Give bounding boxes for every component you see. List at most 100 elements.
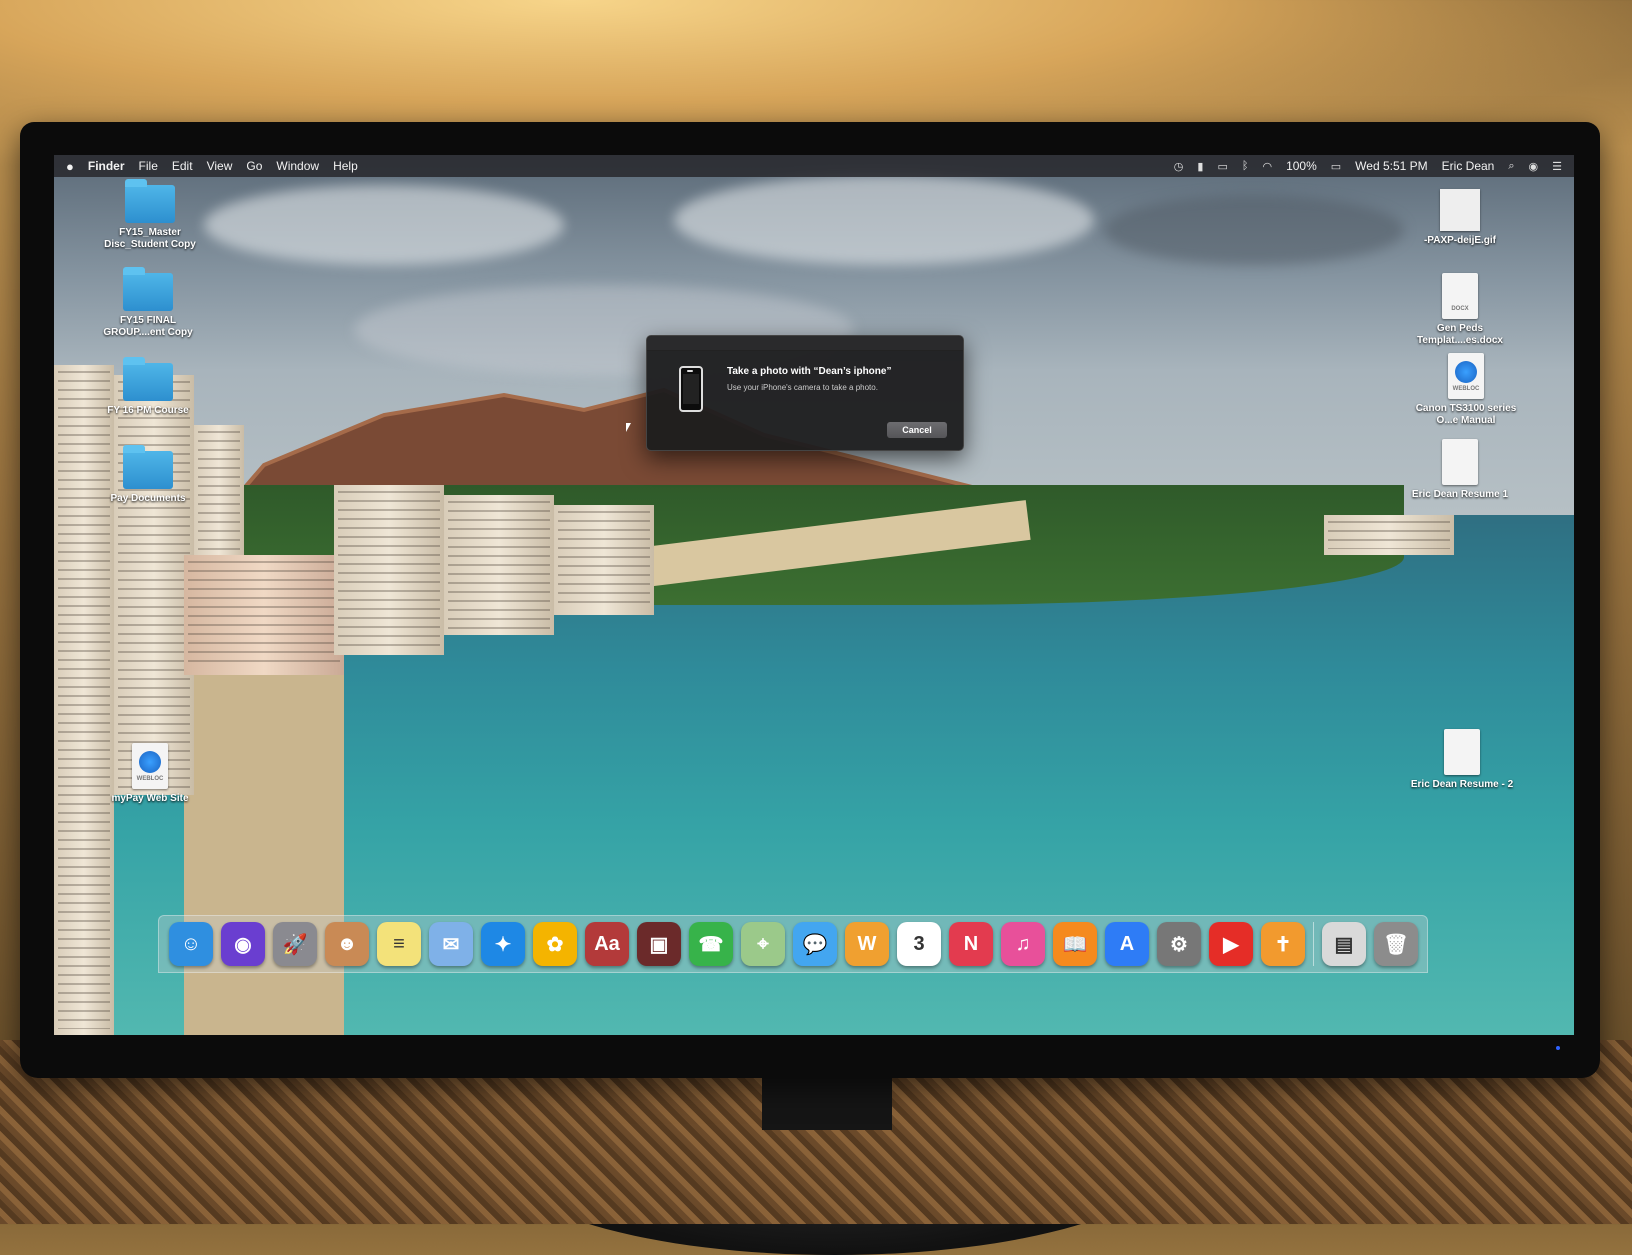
safari-icon[interactable]: ✦ xyxy=(481,922,525,966)
menu-window[interactable]: Window xyxy=(276,159,319,173)
dialog-titlebar xyxy=(647,336,963,351)
system-preferences-icon[interactable]: ⚙ xyxy=(1157,922,1201,966)
dock: ☺ ◉ 🚀 ☻ ≡ ✉ ✦ ✿ Aa ▣ ☎ ⌖ 💬 W 3 N ♫ 📖 A ⚙ ▶ ✝ ▤ 🗑 xyxy=(158,915,1428,973)
app-store-icon[interactable]: A xyxy=(1105,922,1149,966)
pages-icon[interactable]: W xyxy=(845,922,889,966)
document-file-icon xyxy=(1442,439,1478,485)
desktop-file-gif[interactable]: -PAXP-deijE.gif xyxy=(1400,189,1520,247)
folder-icon xyxy=(123,445,173,489)
desktop-item-label: Pay Documents xyxy=(110,493,186,504)
desktop-file-resume-2[interactable]: Eric Dean Resume - 2 xyxy=(1402,729,1522,791)
wallpaper-hotel xyxy=(114,375,194,795)
menu-app-finder[interactable]: Finder xyxy=(88,159,125,173)
menu-file[interactable]: File xyxy=(139,159,158,173)
mail-icon[interactable]: ✉ xyxy=(429,922,473,966)
menu-edit[interactable]: Edit xyxy=(172,159,193,173)
siri-menu-icon[interactable]: ◉ xyxy=(1529,160,1539,173)
desktop-item-label: -PAXP-deijE.gif xyxy=(1423,235,1497,246)
desktop-item-label: Eric Dean Resume 1 xyxy=(1411,489,1509,500)
bluetooth-icon[interactable]: ᛒ xyxy=(1242,160,1249,172)
facetime-icon[interactable]: ☎ xyxy=(689,922,733,966)
webloc-file-icon: WEBLOC xyxy=(132,743,168,789)
dock-separator xyxy=(1313,922,1314,966)
dictionary-icon[interactable]: Aa xyxy=(585,922,629,966)
notification-center-icon[interactable]: ☰ xyxy=(1552,160,1562,173)
dialog-title: Take a photo with “Dean’s iphone” xyxy=(727,366,892,377)
launchpad-icon[interactable]: 🚀 xyxy=(273,922,317,966)
notes-icon[interactable]: ≡ xyxy=(377,922,421,966)
wallpaper-cloud xyxy=(1104,195,1404,265)
docx-file-icon: DOCX xyxy=(1442,273,1478,319)
folder-icon xyxy=(123,267,173,311)
wallpaper-distant-hotels xyxy=(1324,515,1454,555)
desktop-item-label: FY15_Master Disc_Student Copy xyxy=(104,227,196,250)
desktop-folder-fy16-pm-course[interactable]: FY 16 PM Course xyxy=(88,357,208,417)
folder-icon xyxy=(125,179,175,223)
dialog-message: Use your iPhone's camera to take a photo… xyxy=(727,383,878,392)
photos-icon[interactable]: ✿ xyxy=(533,922,577,966)
wallpaper-hotel xyxy=(444,495,554,635)
desktop-folder-fy15-final[interactable]: FY15 FINAL GROUP....ent Copy xyxy=(88,267,208,339)
desktop-item-label: FY 16 PM Course xyxy=(107,405,189,416)
documents-stack-icon[interactable]: ▤ xyxy=(1322,922,1366,966)
battery-percentage[interactable]: 100% xyxy=(1286,159,1317,173)
safari-compass-icon xyxy=(139,751,161,773)
battery-icon[interactable]: ▭ xyxy=(1331,160,1341,173)
safari-compass-icon xyxy=(1455,361,1477,383)
wallpaper-cloud xyxy=(204,185,564,265)
siri-icon[interactable]: ◉ xyxy=(221,922,265,966)
messages-icon[interactable]: 💬 xyxy=(793,922,837,966)
menu-help[interactable]: Help xyxy=(333,159,358,173)
file-type-tag: WEBLOC xyxy=(136,776,164,782)
wallpaper-hotel xyxy=(184,555,344,675)
wallpaper-hotel xyxy=(554,505,654,615)
photo-booth-icon[interactable]: ▣ xyxy=(637,922,681,966)
maps-icon[interactable]: ⌖ xyxy=(741,922,785,966)
image-file-icon xyxy=(1440,189,1480,231)
file-type-tag: WEBLOC xyxy=(1452,386,1480,392)
desktop-webloc-canon[interactable]: WEBLOC Canon TS3100 series O...e Manual xyxy=(1406,353,1526,427)
desktop-file-gen-peds[interactable]: DOCX Gen Peds Templat....es.docx xyxy=(1400,273,1520,347)
wallpaper-hotel xyxy=(334,485,444,655)
books-icon[interactable]: 📖 xyxy=(1053,922,1097,966)
trash-icon[interactable]: 🗑 xyxy=(1374,922,1418,966)
webloc-file-icon: WEBLOC xyxy=(1448,353,1484,399)
desktop-item-label: Eric Dean Resume - 2 xyxy=(1410,779,1514,790)
menu-view[interactable]: View xyxy=(207,159,233,173)
desktop-webloc-mypay[interactable]: WEBLOC myPay Web Site xyxy=(90,743,210,805)
desktop-item-label: FY15 FINAL GROUP....ent Copy xyxy=(103,315,193,338)
iphone-icon xyxy=(679,366,703,412)
wifi-icon[interactable]: ◠ xyxy=(1262,160,1272,173)
mouse-pointer-icon xyxy=(626,423,631,432)
cancel-button[interactable]: Cancel xyxy=(887,422,947,438)
wallpaper-cloud xyxy=(674,175,1094,265)
power-led xyxy=(1556,1046,1560,1050)
desktop-item-label: myPay Web Site xyxy=(111,793,189,804)
menu-user[interactable]: Eric Dean xyxy=(1442,159,1495,173)
desktop-screen: ● Finder File Edit View Go Window Help ◷… xyxy=(54,155,1574,1035)
desktop-item-label: Canon TS3100 series O...e Manual xyxy=(1415,403,1517,426)
folder-icon xyxy=(123,357,173,401)
youtube-icon[interactable]: ▶ xyxy=(1209,922,1253,966)
calendar-icon[interactable]: 3 xyxy=(897,922,941,966)
continuity-camera-dialog: Take a photo with “Dean’s iphone” Use yo… xyxy=(646,335,964,451)
spotlight-search-icon[interactable]: ⌕ xyxy=(1508,160,1514,173)
menu-go[interactable]: Go xyxy=(246,159,262,173)
desktop-file-resume-1[interactable]: Eric Dean Resume 1 xyxy=(1400,439,1520,501)
wallpaper-beach-left xyxy=(184,675,344,1035)
bible-app-icon[interactable]: ✝ xyxy=(1261,922,1305,966)
time-machine-icon[interactable]: ◷ xyxy=(1174,160,1184,173)
desktop-item-label: Gen Peds Templat....es.docx xyxy=(1417,323,1503,346)
apple-menu-icon[interactable]: ● xyxy=(66,159,74,174)
document-file-icon xyxy=(1444,729,1480,775)
news-icon[interactable]: N xyxy=(949,922,993,966)
airplay-icon[interactable]: ▭ xyxy=(1217,160,1227,173)
contacts-icon[interactable]: ☻ xyxy=(325,922,369,966)
desktop-folder-pay-documents[interactable]: Pay Documents xyxy=(88,445,208,505)
battery-device-icon[interactable]: ▮ xyxy=(1197,160,1203,173)
file-type-tag: DOCX xyxy=(1451,306,1469,312)
itunes-icon[interactable]: ♫ xyxy=(1001,922,1045,966)
desktop-folder-fy15-master[interactable]: FY15_Master Disc_Student Copy xyxy=(90,179,210,251)
finder-icon[interactable]: ☺ xyxy=(169,922,213,966)
menu-clock[interactable]: Wed 5:51 PM xyxy=(1355,159,1427,173)
